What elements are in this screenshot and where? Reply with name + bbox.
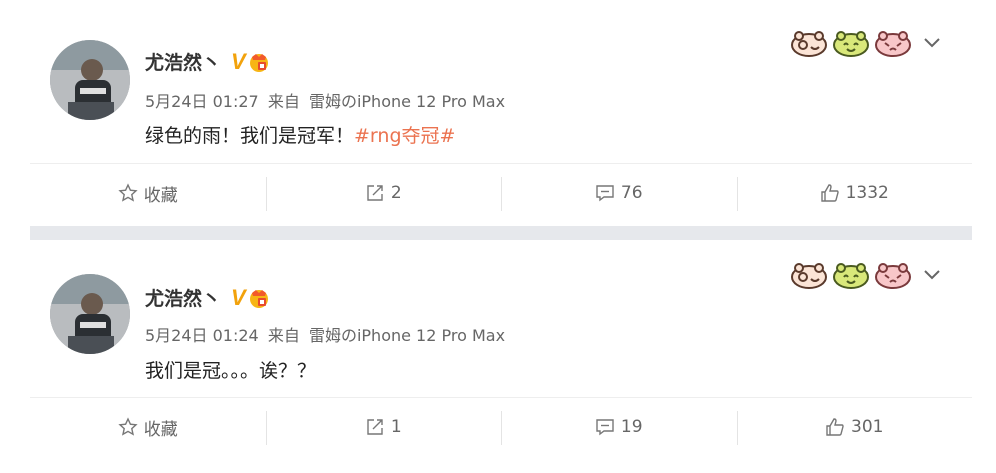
verified-icon: V [231,284,246,310]
username[interactable]: 尤浩然丶 [145,284,221,311]
repost-button[interactable]: 2 [265,165,502,221]
comment-icon [596,419,614,436]
star-outline-icon [118,417,138,436]
comment-button[interactable]: 76 [501,165,737,221]
post-body: 绿色的雨！我们是冠军！ [145,125,355,147]
post-text: 我们是冠。。。诶？？ [145,356,316,383]
hashtag-link[interactable]: #rng夺冠# [354,125,455,147]
weibo-feed: 尤浩然丶 V 5月24日 01:27 来自 雷姆のiPhone 12 Pro M… [0,0,996,473]
post-card: 尤浩然丶 V 5月24日 01:27 来自 雷姆のiPhone 12 Pro M… [0,0,996,226]
post-meta: 5月24日 01:24 来自 雷姆のiPhone 12 Pro Max [145,322,505,346]
post-date[interactable]: 5月24日 01:27 [145,92,259,111]
post-text: 绿色的雨！我们是冠军！#rng夺冠# [145,121,455,148]
post-separator [30,226,972,240]
avatar-image [50,274,130,354]
repost-button[interactable]: 1 [265,399,502,455]
favorite-button[interactable]: 收藏 [30,399,266,455]
chevron-down-icon[interactable] [922,36,942,50]
post-date[interactable]: 5月24日 01:24 [145,326,259,345]
comment-button[interactable]: 19 [501,399,737,455]
source-prefix: 来自 [267,92,300,111]
thumbs-up-icon [826,418,844,436]
post-card: 尤浩然丶 V 5月24日 01:24 来自 雷姆のiPhone 12 Pro M… [0,240,996,473]
sticker-pink-icon [875,263,911,289]
action-bar: 收藏 1 19 301 [30,399,972,455]
favorite-button[interactable]: 收藏 [30,165,266,221]
post-meta: 5月24日 01:27 来自 雷姆のiPhone 12 Pro Max [145,88,505,112]
like-count: 301 [851,417,884,437]
favorite-label: 收藏 [143,185,178,206]
like-button[interactable]: 1332 [736,165,973,221]
author-row: 尤浩然丶 V [145,284,270,311]
comment-count: 76 [620,183,643,203]
divider [30,397,972,398]
post-source: 雷姆のiPhone 12 Pro Max [308,326,506,345]
username[interactable]: 尤浩然丶 [145,48,221,75]
author-row: 尤浩然丶 V [145,48,270,75]
avatar[interactable] [50,40,130,120]
repost-count: 2 [390,183,402,203]
repost-icon [367,185,383,201]
like-count: 1332 [845,183,889,203]
action-bar: 收藏 2 76 1332 [30,165,972,221]
sticker-frog-icon [833,31,869,57]
comment-icon [596,185,614,202]
verified-icon: V [231,48,246,74]
comment-count: 19 [620,417,643,437]
sticker-brown-icon [791,31,827,57]
post-body: 我们是冠。。。诶？？ [145,360,317,382]
source-prefix: 来自 [267,326,300,345]
sticker-group [790,260,942,290]
sticker-brown-icon [791,263,827,289]
sticker-frog-icon [833,263,869,289]
post-source: 雷姆のiPhone 12 Pro Max [308,92,506,111]
divider [30,163,972,164]
repost-count: 1 [390,417,402,437]
like-button[interactable]: 301 [736,399,973,455]
sticker-group [790,28,942,58]
thumbs-up-icon [820,184,839,202]
favorite-label: 收藏 [143,419,178,440]
repost-icon [367,419,383,435]
avatar[interactable] [50,274,130,354]
star-outline-icon [118,183,138,202]
sticker-pink-icon [875,31,911,57]
avatar-image [50,40,130,120]
vip-badge-icon [249,53,268,72]
vip-badge-icon [249,289,268,308]
chevron-down-icon[interactable] [922,268,942,282]
